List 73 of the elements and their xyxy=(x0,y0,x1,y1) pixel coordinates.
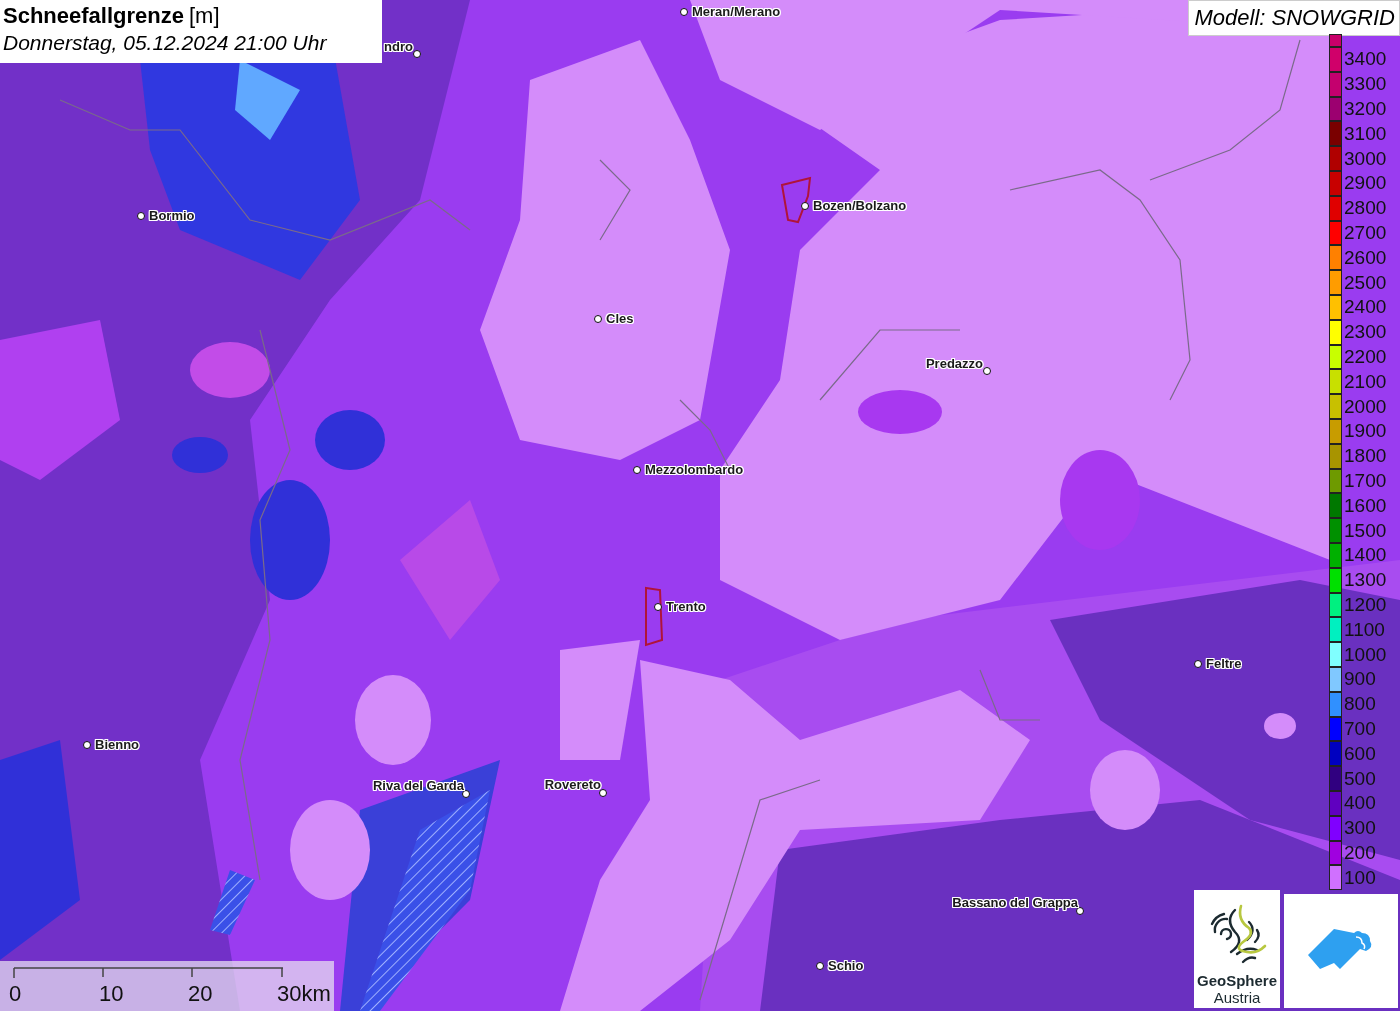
legend-value: 2900 xyxy=(1344,172,1387,195)
place-marker-icon xyxy=(594,315,602,323)
legend-value: 400 xyxy=(1344,792,1376,815)
place-marker-icon xyxy=(137,212,145,220)
place-marker-icon xyxy=(599,789,607,797)
legend-swatch xyxy=(1329,34,1342,47)
place-marker-icon xyxy=(816,962,824,970)
place-marker-icon xyxy=(654,603,662,611)
date-time-label: Donnerstag, 05.12.2024 21:00 Uhr xyxy=(3,31,328,55)
scale-label: 10 xyxy=(99,981,124,1007)
legend-value: 2700 xyxy=(1344,221,1387,244)
legend-value: 1100 xyxy=(1344,618,1385,641)
legend-value: 700 xyxy=(1344,717,1376,740)
place-label: Schio xyxy=(828,958,864,973)
place-label: Predazzo xyxy=(925,356,983,371)
legend-value: 2100 xyxy=(1344,370,1387,393)
legend-value: 1000 xyxy=(1344,643,1387,666)
legend-value: 1300 xyxy=(1344,569,1387,592)
place-marker-icon xyxy=(680,8,688,16)
place-label: Cles xyxy=(606,311,634,326)
legend-value: 1800 xyxy=(1344,445,1387,468)
legend-value: 1600 xyxy=(1344,494,1387,517)
legend-value: 600 xyxy=(1344,742,1376,765)
legend-value: 2000 xyxy=(1344,395,1387,418)
place-marker-icon xyxy=(1076,907,1084,915)
legend-value: 1500 xyxy=(1344,519,1387,542)
place-marker-icon xyxy=(633,466,641,474)
place-label: Bormio xyxy=(149,208,195,223)
legend-value: 3200 xyxy=(1344,98,1387,120)
legend-value: 300 xyxy=(1344,817,1376,840)
place-label: Feltre xyxy=(1206,656,1242,671)
legend-value: 2300 xyxy=(1344,321,1387,344)
legend-value: 900 xyxy=(1344,668,1376,691)
legend-value: 500 xyxy=(1344,767,1376,790)
place-label: Bozen/Bolzano xyxy=(813,198,907,213)
place-marker-icon xyxy=(83,741,91,749)
place-label: Mezzolombardo xyxy=(645,462,744,477)
place-label: Bassano del Grappa xyxy=(952,895,1078,910)
place-label: ndro xyxy=(384,39,413,54)
legend-value: 200 xyxy=(1344,841,1376,864)
place-marker-icon xyxy=(462,790,470,798)
legend-value: 2400 xyxy=(1344,296,1387,319)
legend-value: 100 xyxy=(1344,866,1376,889)
place-label: Meran/Merano xyxy=(692,4,781,19)
place-marker-icon xyxy=(801,202,809,210)
place-marker-icon xyxy=(983,367,991,375)
legend-value: 2500 xyxy=(1344,271,1387,294)
model-label: Modell: SNOWGRID xyxy=(1187,0,1400,36)
place-marker-icon xyxy=(1194,660,1202,668)
legend-value: 3000 xyxy=(1344,147,1387,170)
place-label: Bienno xyxy=(95,737,140,752)
legend-value: 3300 xyxy=(1344,73,1387,96)
map-title: Schneefallgrenze xyxy=(3,3,184,29)
legend-value: 2600 xyxy=(1344,246,1387,269)
place-label: Riva del Garda xyxy=(372,778,464,793)
legend-value: 800 xyxy=(1344,693,1376,716)
legend-value: 1200 xyxy=(1344,593,1387,616)
place-label: Trento xyxy=(666,599,706,614)
scale-label: 0 xyxy=(9,981,22,1007)
place-label: Rovereto xyxy=(544,777,601,792)
legend-value: 3400 xyxy=(1344,48,1387,71)
legend-value: 2200 xyxy=(1344,345,1387,368)
legend-value: 1900 xyxy=(1344,420,1387,443)
legend-value: 1700 xyxy=(1344,469,1387,492)
place-marker-icon xyxy=(413,50,421,58)
unit-label: [m] xyxy=(188,3,220,29)
logo-name: GeoSphere xyxy=(1197,972,1277,989)
logo-country: Austria xyxy=(1213,989,1261,1006)
scale-label: 30km xyxy=(277,981,331,1007)
legend-value: 3100 xyxy=(1344,122,1387,145)
scale-label: 20 xyxy=(188,981,213,1007)
legend-value: 2800 xyxy=(1344,197,1387,220)
legend-value: 1400 xyxy=(1344,544,1387,567)
